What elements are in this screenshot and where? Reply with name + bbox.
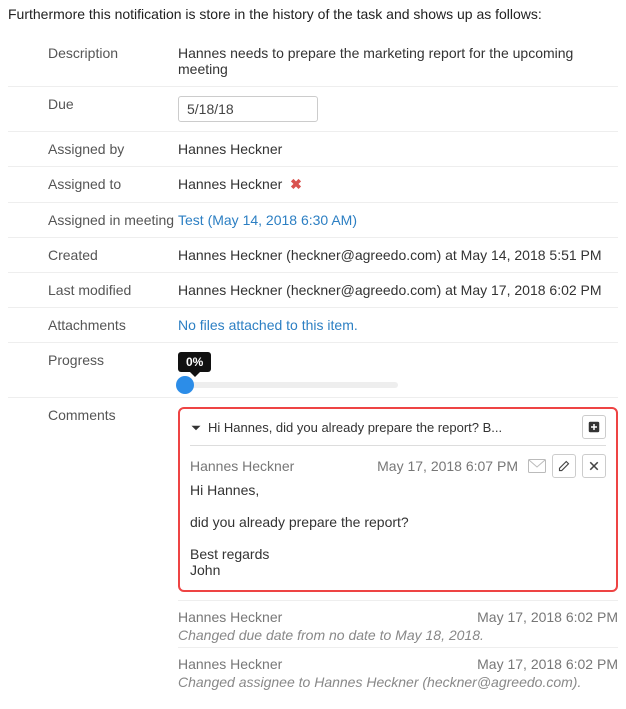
progress-track [178, 382, 398, 388]
row-attachments: Attachments No files attached to this it… [8, 307, 618, 342]
delete-comment-button[interactable] [582, 454, 606, 478]
value-assigned-by: Hannes Heckner [178, 141, 618, 157]
row-due: Due [8, 86, 618, 131]
label-attachments: Attachments [48, 317, 178, 333]
intro-text: Furthermore this notification is store i… [8, 6, 618, 22]
history-timestamp: May 17, 2018 6:02 PM [477, 609, 618, 625]
label-description: Description [48, 45, 178, 61]
label-last-modified: Last modified [48, 282, 178, 298]
comment-author: Hannes Heckner [190, 458, 294, 474]
progress-slider[interactable]: 0% [178, 352, 398, 388]
attachments-link[interactable]: No files attached to this item. [178, 317, 358, 333]
comment-header: Hannes Heckner May 17, 2018 6:07 PM [190, 454, 606, 478]
edit-comment-button[interactable] [552, 454, 576, 478]
row-progress: Progress 0% [8, 342, 618, 397]
progress-tooltip: 0% [178, 352, 211, 372]
label-assigned-to: Assigned to [48, 176, 178, 192]
remove-assignee-button[interactable]: ✖ [290, 176, 302, 192]
chevron-down-icon[interactable] [190, 422, 202, 434]
comments-highlight-box: Hi Hannes, did you already prepare the r… [178, 407, 618, 592]
comment-timestamp: May 17, 2018 6:07 PM [377, 458, 518, 474]
comment-summary-text: Hi Hannes, did you already prepare the r… [208, 420, 576, 435]
progress-handle[interactable] [176, 376, 194, 394]
label-assigned-in-meeting: Assigned in meeting [48, 212, 178, 228]
add-comment-button[interactable] [582, 415, 606, 439]
row-comments: Comments Hi Hannes, did you already prep… [8, 397, 618, 703]
row-assigned-by: Assigned by Hannes Heckner [8, 131, 618, 166]
history-author: Hannes Heckner [178, 609, 477, 625]
history-timestamp: May 17, 2018 6:02 PM [477, 656, 618, 672]
label-comments: Comments [48, 407, 178, 423]
value-last-modified: Hannes Heckner (heckner@agreedo.com) at … [178, 282, 618, 298]
row-assigned-in-meeting: Assigned in meeting Test (May 14, 2018 6… [8, 202, 618, 237]
history-item: Hannes Heckner May 17, 2018 6:02 PM Chan… [178, 647, 618, 694]
row-created: Created Hannes Heckner (heckner@agreedo.… [8, 237, 618, 272]
history-desc: Changed assignee to Hannes Heckner (heck… [178, 674, 618, 690]
value-description: Hannes needs to prepare the marketing re… [178, 45, 618, 77]
due-date-input[interactable] [178, 96, 318, 122]
row-last-modified: Last modified Hannes Heckner (heckner@ag… [8, 272, 618, 307]
label-created: Created [48, 247, 178, 263]
history-author: Hannes Heckner [178, 656, 477, 672]
row-assigned-to: Assigned to Hannes Heckner ✖ [8, 166, 618, 202]
label-due: Due [48, 96, 178, 112]
value-created: Hannes Heckner (heckner@agreedo.com) at … [178, 247, 618, 263]
comment-body: Hi Hannes, did you already prepare the r… [190, 482, 606, 578]
history-desc: Changed due date from no date to May 18,… [178, 627, 618, 643]
comment-summary-row: Hi Hannes, did you already prepare the r… [190, 415, 606, 446]
label-progress: Progress [48, 352, 178, 368]
row-description: Description Hannes needs to prepare the … [8, 36, 618, 86]
label-assigned-by: Assigned by [48, 141, 178, 157]
history-item: Hannes Heckner May 17, 2018 6:02 PM Chan… [178, 600, 618, 647]
meeting-link[interactable]: Test (May 14, 2018 6:30 AM) [178, 212, 357, 228]
value-assigned-to: Hannes Heckner [178, 176, 282, 192]
mail-icon [528, 459, 546, 473]
